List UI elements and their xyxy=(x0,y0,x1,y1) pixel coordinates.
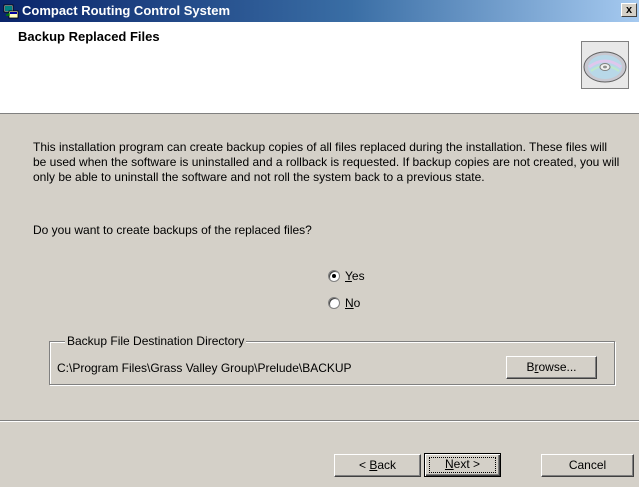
browse-button[interactable]: Browse... xyxy=(506,356,597,379)
window-title: Compact Routing Control System xyxy=(22,3,231,18)
backup-directory-legend: Backup File Destination Directory xyxy=(65,334,247,348)
radio-yes-label[interactable]: Yes xyxy=(345,269,365,283)
radio-no-label[interactable]: No xyxy=(345,296,360,310)
close-button[interactable]: x xyxy=(621,3,637,17)
description-text: This installation program can create bac… xyxy=(33,140,620,184)
focus-rectangle xyxy=(429,457,496,473)
back-button[interactable]: < Back xyxy=(334,454,421,477)
radio-selected-dot xyxy=(332,274,336,278)
installer-app-icon xyxy=(3,4,19,19)
backup-directory-path: C:\Program Files\Grass Valley Group\Prel… xyxy=(57,361,352,375)
cd-disc-icon xyxy=(581,41,629,89)
radio-yes[interactable]: Yes xyxy=(328,268,365,284)
radio-yes-indicator[interactable] xyxy=(328,270,340,282)
title-bar[interactable]: Compact Routing Control System x xyxy=(0,0,639,22)
radio-no[interactable]: No xyxy=(328,295,360,311)
close-icon: x xyxy=(625,4,633,16)
installer-window: Compact Routing Control System x Backup … xyxy=(0,0,639,487)
next-button[interactable]: Next > xyxy=(424,453,501,477)
page-title: Backup Replaced Files xyxy=(18,29,160,44)
radio-no-indicator[interactable] xyxy=(328,297,340,309)
cancel-button[interactable]: Cancel xyxy=(541,454,634,477)
footer-separator xyxy=(0,420,639,422)
backup-question: Do you want to create backups of the rep… xyxy=(33,223,312,237)
